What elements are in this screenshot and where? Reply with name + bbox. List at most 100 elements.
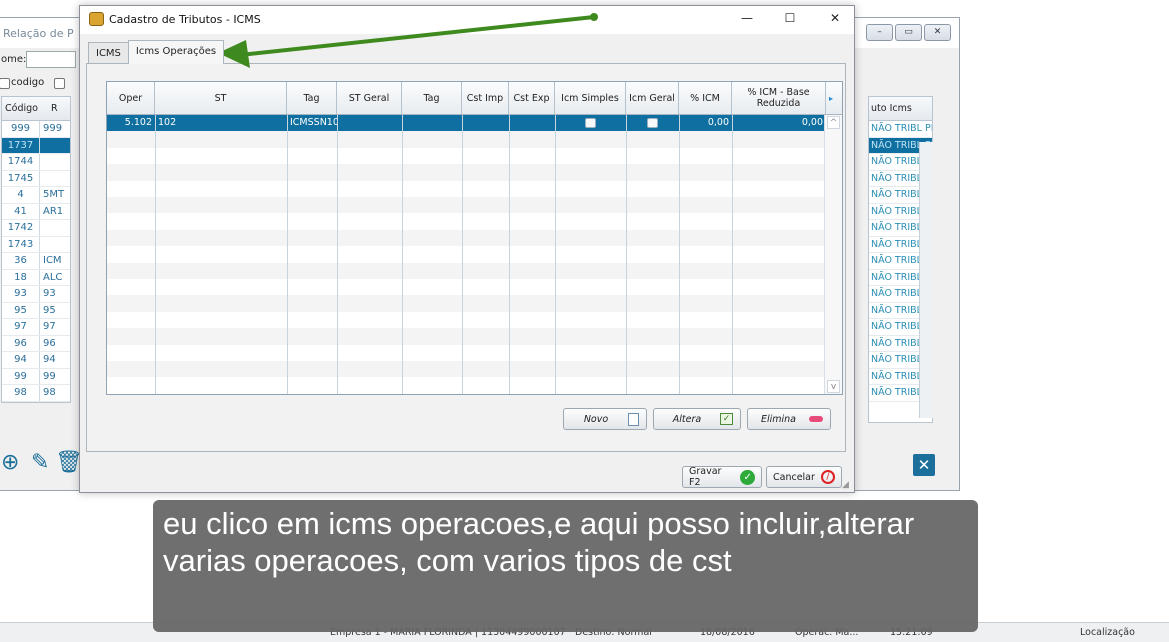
cancel-icon: / [820,470,835,484]
tag-column-header[interactable]: Tag [287,82,337,114]
edit-icon[interactable]: ✎ [31,450,49,475]
background-table-row[interactable]: 96 96 [2,335,70,352]
background-table-row[interactable]: 98 98 [2,385,70,402]
background-scrollbar[interactable] [919,142,933,418]
st-column-header[interactable]: ST [155,82,287,114]
altera-button[interactable]: Altera ✓ [653,408,741,430]
empty-table-row[interactable] [107,262,827,279]
st-geral-column-header[interactable]: ST Geral [337,82,402,114]
icm-simples-column-header[interactable]: Icm Simples [555,82,626,114]
cancelar-button[interactable]: Cancelar / [766,466,842,488]
novo-button[interactable]: Novo [563,408,647,430]
cancelar-button-label: Cancelar [773,471,815,483]
background-table-row[interactable]: 41 AR1 [2,203,70,220]
background-table-row[interactable]: 4 5MT [2,187,70,204]
tag2-column-header[interactable]: Tag [402,82,462,114]
empty-table-row[interactable] [107,328,827,345]
empty-table-row[interactable] [107,181,827,197]
codigo-cell: 1744 [2,154,40,170]
empty-table-row[interactable] [107,312,827,328]
codigo-cell: 95 [2,302,40,318]
empty-table-row[interactable] [107,213,827,229]
produto-icms-column-header[interactable]: uto Icms [869,97,932,121]
codigo-cell: 18 [2,269,40,285]
empty-table-row[interactable] [107,361,827,378]
icm-geral-column-header[interactable]: Icm Geral [626,82,679,114]
tab-icms-operacoes[interactable]: Icms Operações [127,40,225,64]
empty-table-row[interactable] [107,295,827,312]
add-icon[interactable]: ⊕ [1,450,19,475]
background-table-row[interactable]: 95 95 [2,302,70,319]
cst-imp-column-header[interactable]: Cst Imp [462,82,509,114]
background-table-row[interactable]: 1744 [2,154,70,171]
novo-button-label: Novo [583,413,609,425]
elimina-button[interactable]: Elimina [747,408,831,430]
codigo-cell: 94 [2,352,40,368]
scroll-up-icon[interactable]: ^ [827,116,840,129]
tutorial-caption: eu clico em icms operacoes,e aqui posso … [153,500,978,632]
background-right-row[interactable]: NÃO TRIBL PI [869,121,932,138]
empty-table-row[interactable] [107,148,827,164]
background-close-button[interactable]: ✕ [924,24,951,41]
pct-base-column-header[interactable]: % ICM - Base Reduzida [732,82,826,114]
tag2-cell [402,115,462,131]
empty-table-row[interactable] [107,377,827,393]
table-row[interactable]: 5.102 102 ICMSSN10 0,00 0,00 [107,115,827,132]
background-table-row[interactable]: 97 97 [2,319,70,336]
maximize-button[interactable]: ☐ [780,11,800,27]
ref-cell: 5MT [43,189,65,200]
background-table-row[interactable]: 999 999 [2,121,70,138]
secondary-checkbox[interactable] [54,78,65,89]
codigo-cell: 36 [2,253,40,269]
codigo-checkbox[interactable] [0,78,10,89]
pct-icm-column-header[interactable]: % ICM [679,82,732,114]
background-table-row[interactable]: 1743 [2,236,70,253]
ref-column-header[interactable]: R [41,97,61,120]
background-table-row[interactable]: 94 94 [2,352,70,369]
ref-cell: 93 [43,288,56,299]
nome-input[interactable] [26,51,76,68]
background-maximize-button[interactable]: ▭ [895,24,922,41]
st-geral-cell [337,115,402,131]
codigo-cell: 93 [2,286,40,302]
dialog-tabs: ICMS Icms Operações [88,40,225,64]
pct-base-cell: 0,00 [801,117,823,128]
background-table-row[interactable]: 99 99 [2,368,70,385]
close-button[interactable]: ✕ [825,11,845,27]
empty-table-row[interactable] [107,279,827,295]
empty-table-row[interactable] [107,131,827,148]
minimize-button[interactable]: — [737,11,757,27]
codigo-cell: 999 [2,121,40,137]
gravar-button[interactable]: Gravar F2 ✓ [682,466,762,488]
ref-cell [40,237,70,253]
grid-vertical-scrollbar[interactable]: ^ v [824,115,842,394]
empty-table-row[interactable] [107,229,827,247]
background-table-row[interactable]: 1737 [2,137,70,154]
background-minimize-button[interactable]: – [866,24,893,41]
empty-table-row[interactable] [107,197,827,214]
app-icon [89,12,104,26]
background-table-row[interactable]: 36 ICM [2,253,70,270]
background-table-row[interactable]: 1745 [2,170,70,187]
icm-simples-checkbox[interactable] [584,118,596,128]
empty-table-row[interactable] [107,164,827,181]
tab-icms[interactable]: ICMS [88,42,129,64]
background-table-row[interactable]: 1742 [2,220,70,237]
background-table-row[interactable]: 93 93 [2,286,70,303]
codigo-column-header[interactable]: Código [2,97,41,120]
oper-column-header[interactable]: Oper [107,82,155,114]
codigo-cell: 4 [2,187,40,203]
resize-grip-icon[interactable]: ◢ [842,480,852,490]
icm-geral-checkbox[interactable] [646,118,658,128]
empty-table-row[interactable] [107,345,827,361]
empty-table-row[interactable] [107,246,827,262]
background-table-row[interactable]: 18 ALC [2,269,70,286]
scroll-down-icon[interactable]: v [827,380,840,393]
background-exit-button[interactable]: ✕ [913,454,935,476]
cst-exp-column-header[interactable]: Cst Exp [509,82,555,114]
grid-header: Oper ST Tag ST Geral Tag Cst Imp Cst Exp… [107,82,842,115]
columns-menu-icon[interactable]: ▸ [829,94,838,103]
nome-label: ome: [1,54,27,65]
altera-button-label: Altera [672,413,702,425]
codigo-cell: 99 [2,368,40,384]
